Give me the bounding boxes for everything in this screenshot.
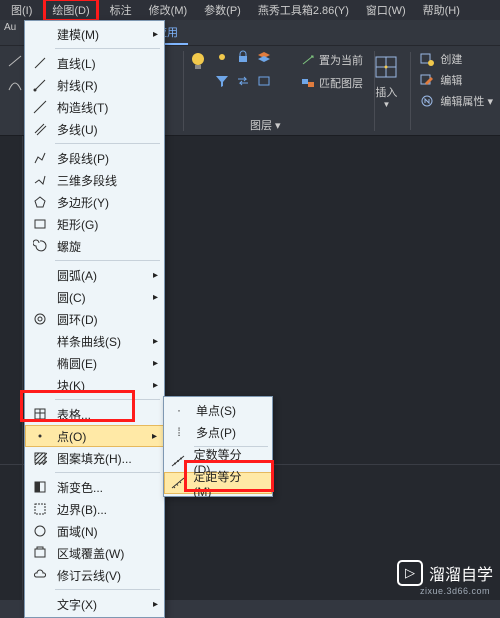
menu-line[interactable]: 直线(L) xyxy=(25,52,164,74)
menu-spline[interactable]: 样条曲线(S)▸ xyxy=(25,330,164,352)
submenu-multi[interactable]: ⁞多点(P) xyxy=(164,421,272,443)
menu-text[interactable]: 文字(X)▸ xyxy=(25,593,164,615)
layer-icon[interactable] xyxy=(256,50,272,64)
menu-wipeout[interactable]: 区域覆盖(W) xyxy=(25,542,164,564)
menu-region[interactable]: 面域(N) xyxy=(25,520,164,542)
insert-button[interactable]: 插入▼ xyxy=(367,50,405,130)
submenu-single[interactable]: ·单点(S) xyxy=(164,399,272,421)
menu-polygon[interactable]: 多边形(Y) xyxy=(25,191,164,213)
menu-item[interactable]: 窗口(W) xyxy=(360,0,412,20)
point-icon xyxy=(33,429,47,443)
menu-point[interactable]: 点(O)▸ xyxy=(25,425,164,447)
menu-arc[interactable]: 圆弧(A)▸ xyxy=(25,264,164,286)
menu-polyline[interactable]: 多段线(P) xyxy=(25,147,164,169)
draw-menu: 建模(M)▸ 直线(L) 射线(R) 构造线(T) 多线(U) 多段线(P) 三… xyxy=(24,20,165,618)
table-icon xyxy=(33,407,47,421)
lock-icon[interactable] xyxy=(235,50,251,64)
panel-label-layers[interactable]: 图层 ▾ xyxy=(250,117,281,133)
attr-icon xyxy=(419,94,435,108)
xline-icon xyxy=(33,100,47,114)
boundary-icon xyxy=(33,502,47,516)
menu-ellipse[interactable]: 椭圆(E)▸ xyxy=(25,352,164,374)
gradient-icon xyxy=(33,480,47,494)
menu-ray[interactable]: 射线(R) xyxy=(25,74,164,96)
menu-poly3d[interactable]: 三维多段线 xyxy=(25,169,164,191)
menu-donut[interactable]: 圆环(D) xyxy=(25,308,164,330)
spiral-icon xyxy=(33,239,47,253)
watermark-url: zixue.3d66.com xyxy=(420,586,490,596)
menu-circle[interactable]: 圆(C)▸ xyxy=(25,286,164,308)
hatch-icon xyxy=(33,451,47,465)
menu-item[interactable]: 标注 xyxy=(104,0,138,20)
menu-model[interactable]: 建模(M)▸ xyxy=(25,23,164,45)
insert-icon xyxy=(373,54,399,80)
pline3d-icon xyxy=(33,173,47,187)
menu-boundary[interactable]: 边界(B)... xyxy=(25,498,164,520)
edit-attr-button[interactable]: 编辑属性 ▾ xyxy=(416,92,496,110)
divide-icon xyxy=(171,454,185,468)
menu-item[interactable]: 参数(P) xyxy=(198,0,247,20)
menu-item[interactable]: 图(I) xyxy=(5,0,38,20)
aux-label: Au xyxy=(4,22,16,33)
wipeout-icon xyxy=(33,546,47,560)
menu-item[interactable]: 修改(M) xyxy=(143,0,194,20)
menu-gradient[interactable]: 渐变色... xyxy=(25,476,164,498)
menubar: 图(I) 绘图(D) 标注 修改(M) 参数(P) 燕秀工具箱2.86(Y) 窗… xyxy=(0,0,500,20)
sun-icon[interactable] xyxy=(214,50,230,64)
pline-icon xyxy=(33,151,47,165)
measure-icon xyxy=(171,476,185,490)
set-current-button[interactable]: 置为当前 xyxy=(296,50,368,70)
square-icon[interactable] xyxy=(256,74,272,88)
bulb-icon[interactable] xyxy=(188,50,208,92)
point-submenu: ·单点(S) ⁞多点(P) 定数等分(D) 定距等分(M) xyxy=(163,396,273,497)
cloud-icon xyxy=(33,568,47,582)
menu-revcloud[interactable]: 修订云线(V) xyxy=(25,564,164,586)
donut-icon xyxy=(33,312,47,326)
edit-button[interactable]: 编辑 xyxy=(416,71,496,89)
polygon-icon xyxy=(33,195,47,209)
play-icon: ▷ xyxy=(397,560,423,586)
line-icon xyxy=(33,56,47,70)
mline-icon xyxy=(33,122,47,136)
menu-table[interactable]: 表格... xyxy=(25,403,164,425)
match-layer-button[interactable]: 匹配图层 xyxy=(296,73,368,93)
ray-icon xyxy=(33,78,47,92)
create-icon xyxy=(419,52,435,66)
rect-icon xyxy=(33,217,47,231)
line-icon[interactable] xyxy=(7,54,23,68)
menu-spiral[interactable]: 螺旋 xyxy=(25,235,164,257)
menu-rect[interactable]: 矩形(G) xyxy=(25,213,164,235)
region-icon xyxy=(33,524,47,538)
filter-icon[interactable] xyxy=(214,74,230,88)
menu-draw[interactable]: 绘图(D) xyxy=(43,0,98,22)
menu-item[interactable]: 燕秀工具箱2.86(Y) xyxy=(252,0,355,20)
watermark: ▷ 溜溜自学 xyxy=(397,560,493,586)
submenu-measure[interactable]: 定距等分(M) xyxy=(164,472,272,494)
create-button[interactable]: 创建 xyxy=(416,50,496,68)
menu-item[interactable]: 帮助(H) xyxy=(417,0,466,20)
menu-hatch[interactable]: 图案填充(H)... xyxy=(25,447,164,469)
menu-constrline[interactable]: 构造线(T) xyxy=(25,96,164,118)
menu-mline[interactable]: 多线(U) xyxy=(25,118,164,140)
edit-icon xyxy=(419,73,435,87)
arc-icon[interactable] xyxy=(7,78,23,92)
swap-icon[interactable] xyxy=(235,74,251,88)
menu-block[interactable]: 块(K)▸ xyxy=(25,374,164,396)
